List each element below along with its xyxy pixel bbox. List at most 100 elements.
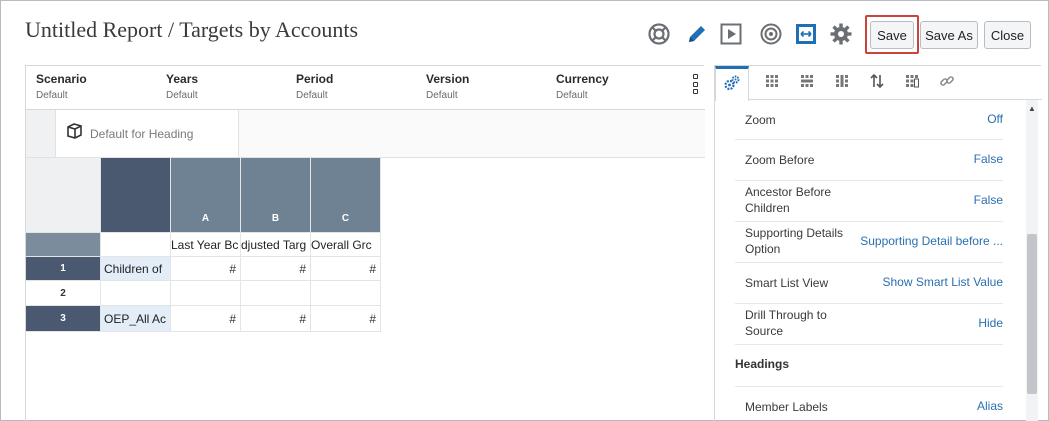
property-value[interactable]: Hide	[978, 316, 1003, 330]
tab-report-properties[interactable]	[715, 66, 749, 101]
app-window: Untitled Report / Targets by Accounts Sa…	[0, 0, 1049, 421]
pov-menu-icon[interactable]	[693, 74, 699, 94]
pov-period[interactable]: Period Default	[296, 72, 333, 101]
link-icon	[939, 73, 955, 94]
column-title-b[interactable]: djusted Targ	[241, 233, 311, 257]
properties-tabs	[715, 66, 1042, 101]
heading-label: Default for Heading	[90, 126, 194, 141]
row-label-header	[101, 158, 171, 233]
pov-currency[interactable]: Currency Default	[556, 72, 609, 101]
property-value[interactable]: Alias	[977, 399, 1003, 413]
property-supporting-details[interactable]: Supporting Details Option Supporting Det…	[735, 222, 1003, 263]
pov-label: Scenario	[36, 72, 87, 86]
data-cell[interactable]: #	[311, 257, 381, 281]
pov-value: Default	[166, 90, 198, 101]
gears-icon	[723, 74, 741, 97]
sort-icon	[869, 73, 885, 94]
data-cell[interactable]: #	[171, 306, 241, 332]
pov-value: Default	[296, 90, 328, 101]
pov-label: Period	[296, 72, 334, 86]
scroll-up-icon[interactable]: ▲	[1028, 104, 1036, 113]
pov-label: Years	[166, 72, 199, 86]
edit-icon[interactable]	[684, 21, 710, 47]
property-label: Smart List View	[745, 276, 829, 290]
close-button[interactable]: Close	[984, 21, 1031, 49]
property-label: Ancestor Before Children	[745, 185, 832, 215]
tab-sort[interactable]	[860, 66, 894, 100]
property-zoom-before[interactable]: Zoom Before False	[735, 140, 1003, 181]
property-value[interactable]: Off	[987, 112, 1003, 126]
property-label: Member Labels	[745, 400, 828, 414]
data-cell[interactable]	[241, 281, 311, 306]
property-value[interactable]: Supporting Detail before ...	[860, 234, 1003, 248]
row-header-3[interactable]: 3	[26, 306, 101, 332]
save-button[interactable]: Save	[870, 21, 914, 49]
pov-label: Currency	[556, 72, 609, 86]
properties-pane: Zoom Off Zoom Before False Ancestor Befo…	[714, 65, 1042, 421]
fit-width-icon[interactable]	[793, 21, 819, 47]
row-header-2[interactable]: 2	[26, 281, 101, 306]
settings-icon[interactable]	[828, 21, 854, 47]
property-member-labels[interactable]: Member Labels Alias	[735, 386, 1003, 421]
tab-links[interactable]	[930, 66, 964, 100]
property-label: Drill Through to Source	[745, 308, 827, 338]
data-cell[interactable]: #	[241, 257, 311, 281]
grid-icon	[764, 73, 780, 94]
target-icon[interactable]	[758, 21, 784, 47]
pov-scenario[interactable]: Scenario Default	[36, 72, 87, 101]
row-label-2[interactable]	[101, 281, 171, 306]
column-header-a[interactable]: A	[171, 158, 241, 233]
columns-icon	[834, 73, 850, 94]
pov-value: Default	[426, 90, 458, 101]
rows-icon	[799, 73, 815, 94]
section-title-headings: Headings	[735, 357, 790, 371]
cells-icon	[904, 73, 920, 94]
row-label-3[interactable]: OEP_All Ac	[101, 306, 171, 332]
title-row-header	[26, 233, 101, 257]
page-title: Untitled Report / Targets by Accounts	[25, 17, 359, 42]
data-cell[interactable]: #	[171, 257, 241, 281]
pov-value: Default	[556, 90, 588, 101]
data-cell[interactable]	[311, 281, 381, 306]
column-header-b[interactable]: B	[241, 158, 311, 233]
property-label: Supporting Details Option	[745, 226, 844, 256]
tab-row-properties[interactable]	[790, 66, 824, 100]
column-title-c[interactable]: Overall Grc	[311, 233, 381, 257]
property-smart-list-view[interactable]: Smart List View Show Smart List Value	[735, 263, 1003, 304]
cube-icon	[64, 121, 84, 146]
heading-gutter	[26, 110, 56, 157]
property-value[interactable]: Show Smart List Value	[883, 275, 1004, 289]
preview-icon[interactable]	[718, 21, 744, 47]
property-value[interactable]: False	[974, 152, 1003, 166]
tab-column-properties[interactable]	[825, 66, 859, 100]
report-grid-pane: Scenario Default Years Default Period De…	[25, 65, 705, 421]
grid-corner	[26, 158, 101, 233]
pov-label: Version	[426, 72, 470, 86]
row-label-1[interactable]: Children of	[101, 257, 171, 281]
pov-value: Default	[36, 90, 68, 101]
pov-version[interactable]: Version Default	[426, 72, 469, 101]
property-label: Zoom Before	[745, 153, 815, 167]
row-header-1[interactable]: 1	[26, 257, 101, 281]
property-zoom[interactable]: Zoom Off	[735, 102, 1003, 140]
tab-cell-properties[interactable]	[895, 66, 929, 100]
data-cell[interactable]: #	[311, 306, 381, 332]
save-as-button[interactable]: Save As	[920, 21, 978, 49]
tab-grid-properties[interactable]	[755, 66, 789, 100]
pov-bar: Scenario Default Years Default Period De…	[26, 66, 705, 110]
column-header-c[interactable]: C	[311, 158, 381, 233]
property-ancestor-before-children[interactable]: Ancestor Before Children False	[735, 181, 1003, 222]
title-row-label	[101, 233, 171, 257]
property-value[interactable]: False	[974, 193, 1003, 207]
properties-scrollbar[interactable]: ▲	[1026, 100, 1038, 421]
property-drill-through[interactable]: Drill Through to Source Hide	[735, 304, 1003, 345]
scrollbar-thumb[interactable]	[1027, 234, 1037, 394]
pov-years[interactable]: Years Default	[166, 72, 198, 101]
heading-row: Default for Heading	[26, 110, 705, 158]
data-cell[interactable]: #	[241, 306, 311, 332]
column-title-a[interactable]: Last Year Bc	[171, 233, 241, 257]
data-cell[interactable]	[171, 281, 241, 306]
help-icon[interactable]	[646, 21, 672, 47]
property-label: Zoom	[745, 113, 776, 127]
heading-default[interactable]: Default for Heading	[56, 110, 239, 157]
